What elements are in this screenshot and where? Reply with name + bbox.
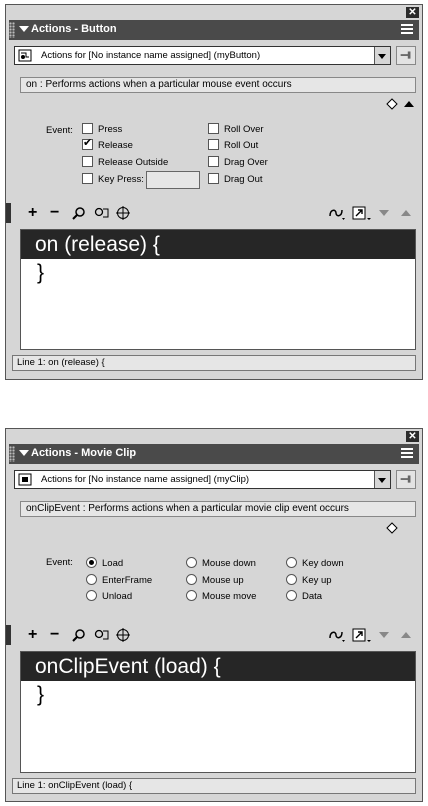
movie-clip-symbol-icon [18,473,32,486]
status-bar: Line 1: onClipEvent (load) { [12,778,416,794]
script-toolbar: + − [10,204,418,222]
pin-icon [400,51,411,59]
radio-button[interactable] [286,590,297,601]
target-select[interactable]: Actions for [No instance name assigned] … [14,470,391,489]
close-icon[interactable]: ✕ [406,431,419,442]
code-line-selected[interactable]: onClipEvent (load) { [21,652,415,681]
view-options-icon[interactable] [352,628,372,642]
checkbox[interactable] [208,156,219,167]
reference-icon[interactable] [384,521,414,535]
pin-icon [400,475,411,483]
radio-button[interactable] [86,574,97,585]
pin-script-button[interactable] [396,46,416,65]
view-options-icon[interactable] [352,206,372,220]
target-select-value: Actions for [No instance name assigned] … [41,474,250,485]
pin-script-button[interactable] [396,470,416,489]
code-line[interactable]: } [37,682,44,708]
reference-and-collapse-icons[interactable] [384,97,414,111]
move-up-icon[interactable] [400,208,412,218]
radio-button[interactable] [186,590,197,601]
move-down-icon[interactable] [378,208,390,218]
checkbox[interactable] [82,156,93,167]
code-line[interactable]: } [37,260,44,286]
collapse-triangle-icon[interactable] [19,450,29,456]
collapse-triangle-icon[interactable] [19,26,29,32]
target-select[interactable]: Actions for [No instance name assigned] … [14,46,391,65]
checkbox[interactable] [208,139,219,150]
panel-menu-icon[interactable] [401,448,413,460]
move-down-icon[interactable] [378,630,390,640]
panel-title-bar[interactable]: Actions - Movie Clip [9,444,419,464]
event-label: Event: [46,125,73,136]
script-toolbar: + − [10,626,418,644]
drag-grip-icon[interactable] [9,446,15,462]
minus-icon[interactable]: − [50,204,59,222]
panel-menu-icon[interactable] [401,24,413,36]
actions-button-panel: ✕ Actions - Button Actions for [No insta… [5,4,423,380]
radio-button[interactable] [186,557,197,568]
radio-button[interactable] [86,557,97,568]
panel-title-bar[interactable]: Actions - Button [9,20,419,40]
panel-top-bar: ✕ [6,5,422,19]
minus-icon[interactable]: − [50,626,59,644]
replace-icon[interactable] [94,206,110,220]
checkbox[interactable] [82,173,93,184]
target-icon[interactable] [116,628,130,642]
debug-icon[interactable] [328,628,346,642]
script-editor[interactable]: onClipEvent (load) { } [20,651,416,773]
action-description: on : Performs actions when a particular … [20,77,416,93]
panel-title: Actions - Movie Clip [31,447,137,459]
button-symbol-icon [18,49,32,62]
chevron-down-icon[interactable] [374,47,390,64]
code-line-selected[interactable]: on (release) { [21,230,415,259]
radio-button[interactable] [286,574,297,585]
checkbox[interactable] [82,137,93,150]
checkbox[interactable] [82,123,93,134]
action-description: onClipEvent : Performs actions when a pa… [20,501,416,517]
actions-movie-clip-panel: ✕ Actions - Movie Clip Actions for [No i… [5,428,423,802]
debug-icon[interactable] [328,206,346,220]
find-icon[interactable] [72,206,86,220]
chevron-down-icon[interactable] [374,471,390,488]
plus-icon[interactable]: + [28,626,37,644]
status-bar: Line 1: on (release) { [12,355,416,371]
find-icon[interactable] [72,628,86,642]
move-up-icon[interactable] [400,630,412,640]
radio-button[interactable] [186,574,197,585]
panel-top-bar: ✕ [6,429,422,443]
target-select-value: Actions for [No instance name assigned] … [41,50,261,61]
drag-grip-icon[interactable] [9,22,15,38]
radio-button[interactable] [286,557,297,568]
close-icon[interactable]: ✕ [406,7,419,18]
event-label: Event: [46,557,73,568]
key-press-field[interactable] [146,171,200,189]
target-icon[interactable] [116,206,130,220]
checkbox[interactable] [208,123,219,134]
script-editor[interactable]: on (release) { } [20,229,416,350]
panel-title: Actions - Button [31,23,117,35]
replace-icon[interactable] [94,628,110,642]
radio-button[interactable] [86,590,97,601]
plus-icon[interactable]: + [28,204,37,222]
checkbox[interactable] [208,173,219,184]
